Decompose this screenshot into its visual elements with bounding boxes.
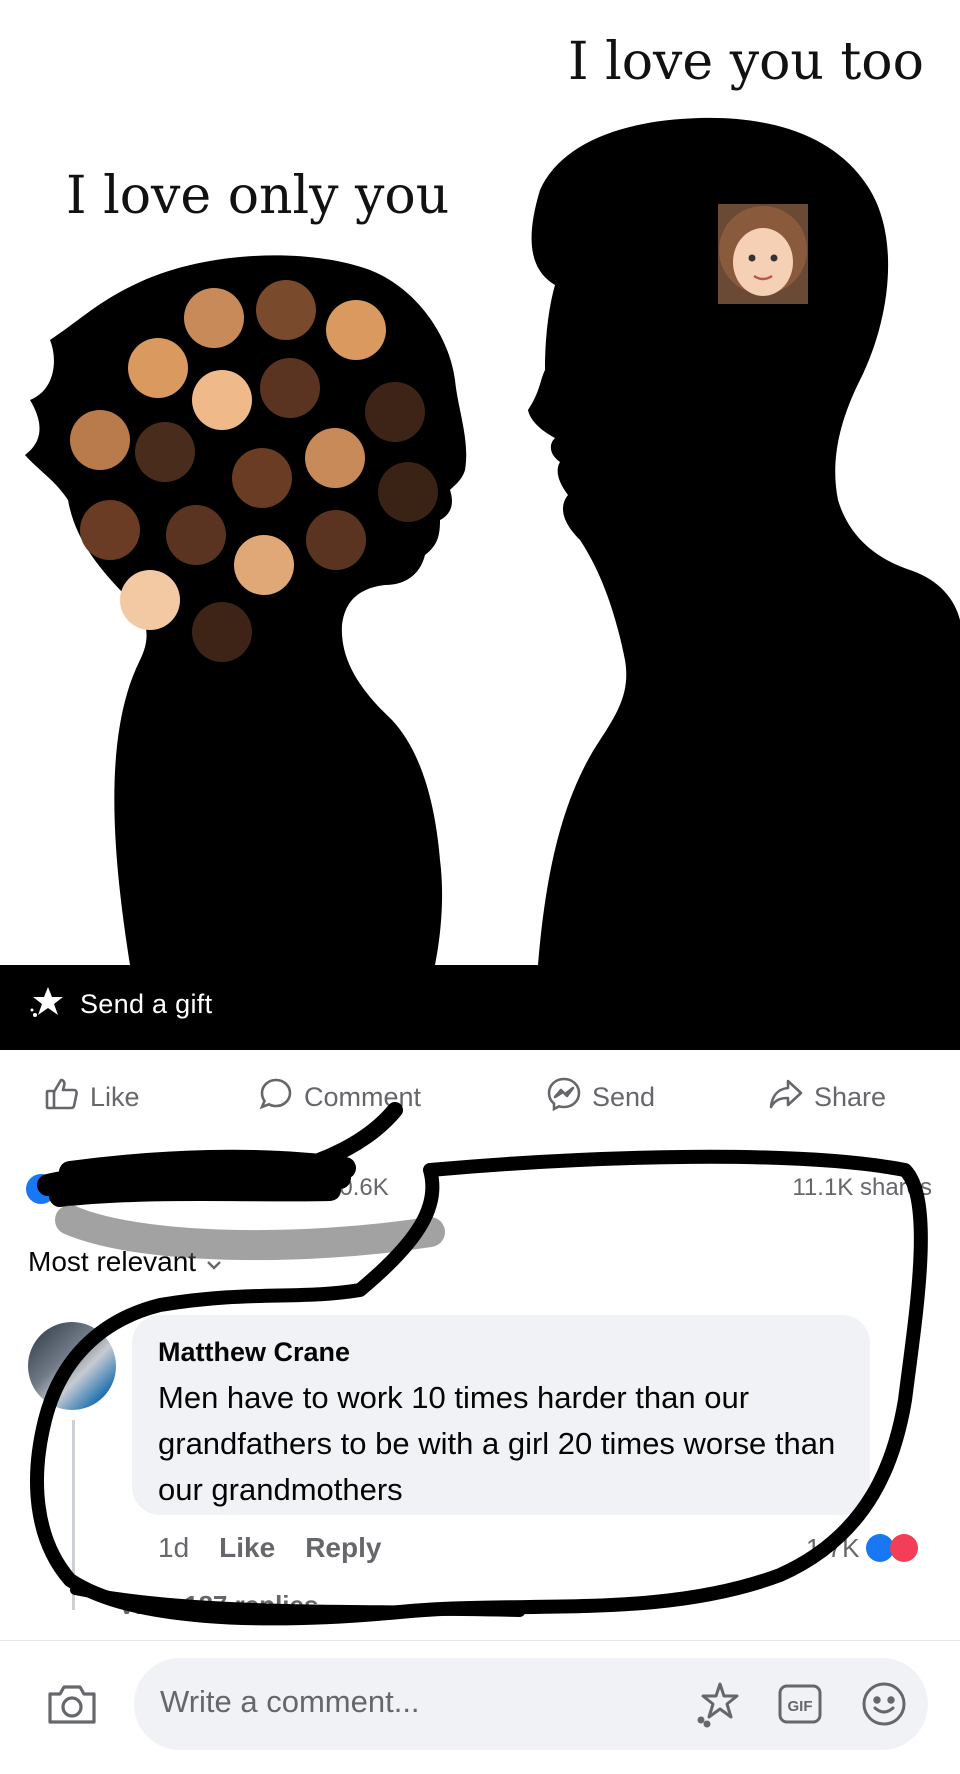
camera-button[interactable] <box>44 1676 100 1732</box>
reaction-count[interactable]: 30.6K <box>326 1174 389 1202</box>
silhouette-illustration <box>25 117 960 965</box>
post-stats-row: 30.6K 11.1K shares <box>0 1158 960 1218</box>
send-button[interactable]: Send <box>546 1072 655 1122</box>
post-image[interactable]: I love only you I love you too <box>0 0 960 965</box>
comment-author[interactable]: Matthew Crane <box>158 1337 350 1368</box>
comment-reactions[interactable]: 1.7K <box>806 1528 918 1568</box>
sort-label: Most relevant <box>28 1246 197 1277</box>
comment-label: Comment <box>304 1081 422 1112</box>
comment-like-button[interactable]: Like <box>219 1532 275 1564</box>
comment-reaction-count: 1.7K <box>806 1532 860 1563</box>
share-label: Share <box>814 1081 887 1112</box>
share-arrow-icon <box>768 1076 804 1119</box>
comment-time: 1d <box>158 1532 190 1563</box>
composer-divider <box>0 1640 960 1641</box>
sticker-icon[interactable] <box>692 1678 744 1730</box>
comment-bubble: Matthew Crane Men have to work 10 times … <box>132 1315 870 1515</box>
love-reaction-icon <box>889 1534 918 1562</box>
view-replies-link[interactable]: View 187 replies... <box>118 1590 340 1621</box>
messenger-icon <box>546 1076 582 1119</box>
thumbs-up-icon <box>44 1076 80 1119</box>
comment-input-placeholder: Write a comment... <box>160 1684 420 1719</box>
comment-sort-dropdown[interactable]: Most relevant <box>28 1246 222 1278</box>
caption-right: I love you too <box>568 32 924 92</box>
gif-icon[interactable]: GIF <box>774 1678 826 1730</box>
like-label: Like <box>90 1081 140 1112</box>
like-button[interactable]: Like <box>44 1072 140 1122</box>
reply-thread-line <box>72 1420 75 1610</box>
comment-meta: 1d Like Reply <box>158 1528 381 1568</box>
caption-left: I love only you <box>66 166 450 226</box>
shares-count[interactable]: 11.1K shares <box>792 1174 932 1202</box>
smiley-icon[interactable] <box>858 1678 910 1730</box>
chevron-down-icon <box>206 1246 222 1278</box>
gift-bar: Send a gift <box>0 965 960 1050</box>
speech-bubble-icon <box>258 1076 294 1119</box>
send-gift-button[interactable]: Send a gift <box>30 979 212 1029</box>
comment-button[interactable]: Comment <box>258 1072 421 1122</box>
comment-text: Men have to work 10 times harder than ou… <box>158 1380 836 1507</box>
svg-text:GIF: GIF <box>788 1698 813 1715</box>
post-action-bar: Like Comment Send Share <box>0 1050 960 1145</box>
like-reaction-icon <box>26 1174 56 1204</box>
redaction-smudge <box>55 1205 445 1261</box>
share-button[interactable]: Share <box>768 1072 886 1122</box>
camera-icon <box>44 1685 100 1736</box>
comment-reply-button[interactable]: Reply <box>305 1532 381 1564</box>
send-gift-label: Send a gift <box>80 988 213 1019</box>
comment-input[interactable]: Write a comment... GIF <box>134 1658 928 1750</box>
avatar[interactable] <box>28 1322 116 1410</box>
send-label: Send <box>592 1081 656 1112</box>
gift-icon <box>30 984 66 1025</box>
woman-emoji-thought <box>718 204 808 304</box>
woman-silhouette <box>25 255 467 965</box>
